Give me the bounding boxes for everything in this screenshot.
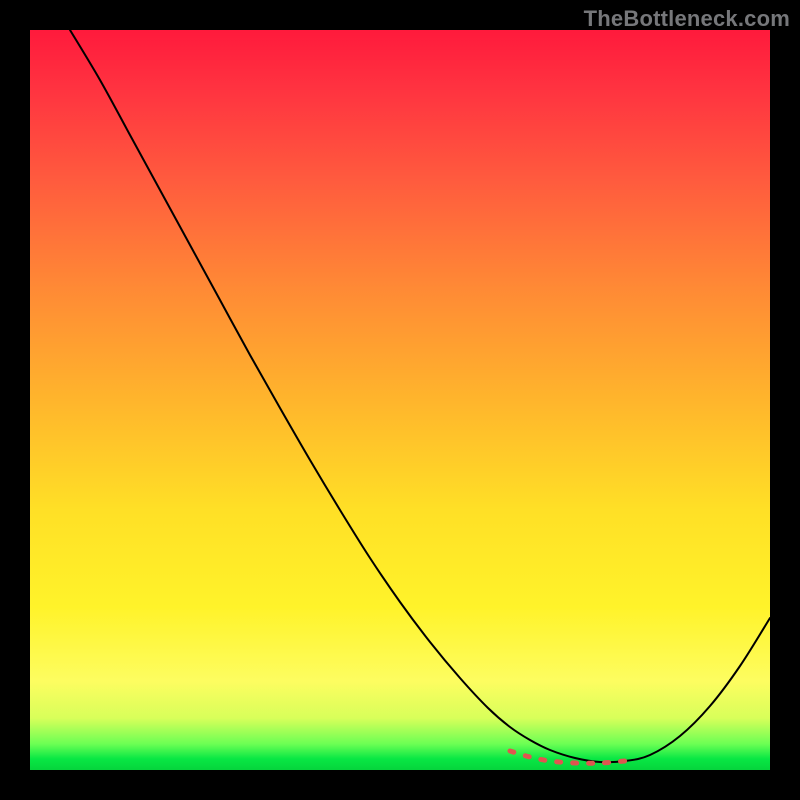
watermark-text: TheBottleneck.com [584,6,790,32]
red-dash-curve [510,751,625,763]
curve-layer [30,30,770,770]
plot-area [30,30,770,770]
chart-container: TheBottleneck.com [0,0,800,800]
black-curve [70,30,770,762]
